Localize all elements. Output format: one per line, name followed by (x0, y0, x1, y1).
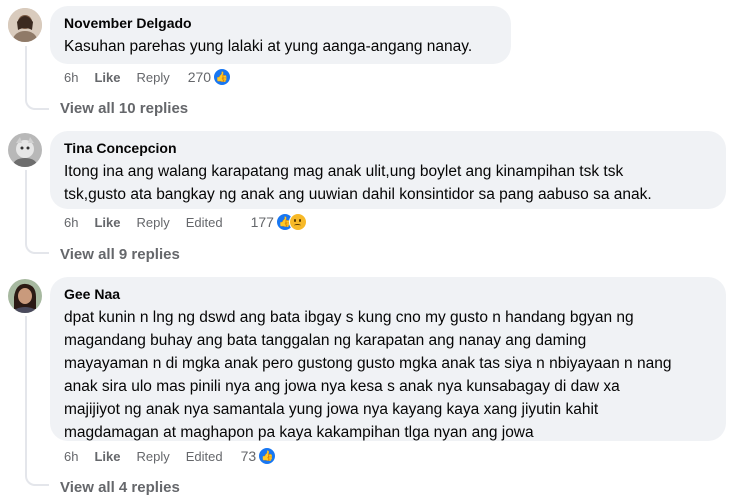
edited-label[interactable]: Edited (186, 449, 223, 464)
comment-text-line: anak sira ulo mas pinili nya ang jowa ny… (64, 378, 620, 395)
view-replies-link[interactable]: View all 4 replies (60, 479, 180, 496)
like-button[interactable]: Like (94, 215, 120, 230)
comment-author[interactable]: Tina Concepcion (64, 139, 712, 157)
like-icon: 👍 (213, 68, 232, 86)
thread-line (25, 170, 49, 254)
comment-author[interactable]: Gee Naa (64, 285, 712, 303)
reaction-count: 270 (187, 69, 212, 85)
view-replies-link[interactable]: View all 10 replies (60, 100, 188, 117)
like-button[interactable]: Like (94, 449, 120, 464)
reaction-count: 177 (250, 214, 274, 230)
comment-time[interactable]: 6h (64, 449, 78, 464)
reaction-summary[interactable]: 270 👍 (187, 68, 232, 86)
comment-actions: 6h Like Reply Edited 177 👍 (64, 213, 307, 231)
comment-time[interactable]: 6h (64, 70, 78, 85)
comment-author[interactable]: November Delgado (64, 14, 497, 32)
comment-text-line: Itong ina ang walang karapatang mag anak… (64, 163, 624, 180)
avatar[interactable] (8, 8, 42, 42)
comment-bubble: November Delgado Kasuhan parehas yung la… (50, 6, 511, 64)
avatar[interactable] (8, 279, 42, 313)
sad-icon (288, 213, 307, 231)
comments-section: November Delgado Kasuhan parehas yung la… (0, 0, 750, 497)
comment-bubble: Gee Naa dpat kunin n lng ng dswd ang bat… (50, 277, 726, 441)
like-button[interactable]: Like (94, 70, 120, 85)
reaction-summary[interactable]: 177 👍 (251, 213, 307, 231)
comment-text-line: magandang buhay ang bata tanggalan ng ka… (64, 332, 587, 349)
comment-text-line: tsk,gusto ata bangkay ng anak ang uuwian… (64, 186, 652, 203)
comment-text-line: mayayaman n di mgka anak pero gustong gu… (64, 355, 672, 372)
like-icon: 👍 (258, 447, 277, 465)
comment-bubble: Tina Concepcion Itong ina ang walang kar… (50, 131, 726, 209)
reply-button[interactable]: Reply (136, 215, 169, 230)
avatar[interactable] (8, 133, 42, 167)
comment-text-line: majijiyot ng anak nya samantala yung jow… (64, 401, 599, 418)
comment-actions: 6h Like Reply 270 👍 (64, 68, 232, 86)
comment-actions: 6h Like Reply Edited 73 👍 (64, 447, 277, 465)
edited-label[interactable]: Edited (186, 215, 223, 230)
reaction-count: 73 (240, 448, 257, 464)
comment-time[interactable]: 6h (64, 215, 78, 230)
reply-button[interactable]: Reply (136, 449, 169, 464)
thread-line (25, 316, 49, 486)
view-replies-link[interactable]: View all 9 replies (60, 246, 180, 263)
comment-text-line: dpat kunin n lng ng dswd ang bata ibgay … (64, 309, 634, 326)
comment-text: Kasuhan parehas yung lalaki at yung aang… (64, 38, 473, 55)
reaction-summary[interactable]: 73 👍 (241, 447, 277, 465)
thread-line (25, 46, 49, 110)
reply-button[interactable]: Reply (136, 70, 169, 85)
comment-text-line: magdamagan at maghapon pa kaya kakampiha… (64, 424, 534, 441)
comment-text: Itong ina ang walang karapatang mag anak… (64, 160, 712, 206)
comment-text: dpat kunin n lng ng dswd ang bata ibgay … (64, 306, 712, 444)
